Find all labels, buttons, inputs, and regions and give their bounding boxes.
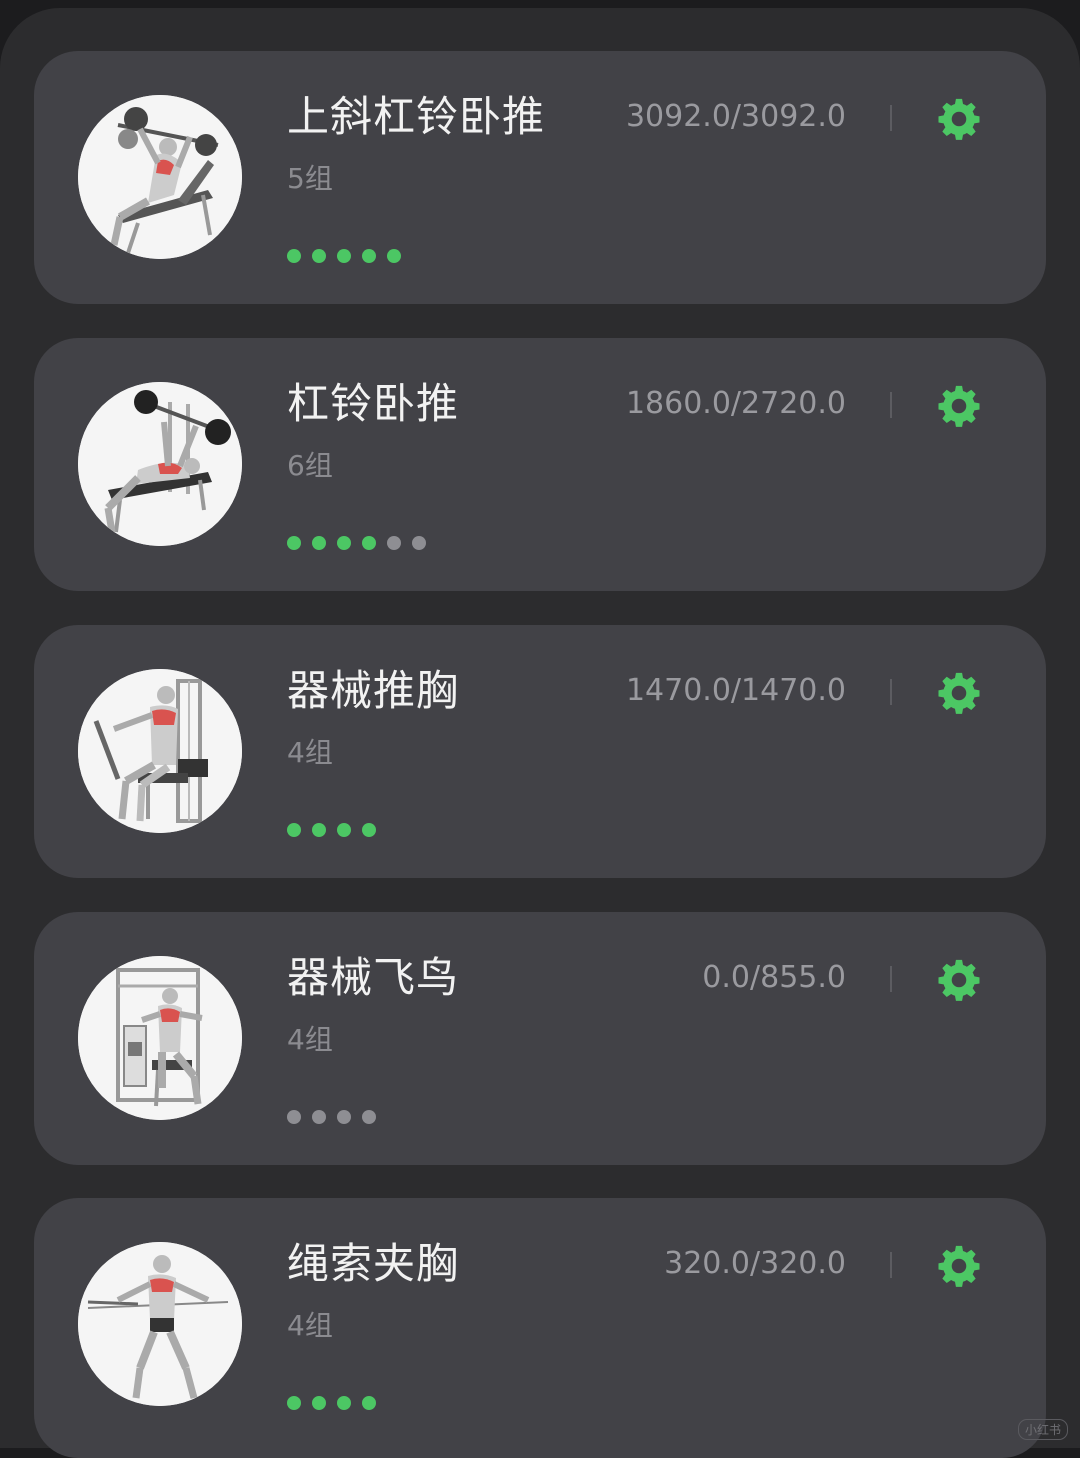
exercise-title: 器械飞鸟 bbox=[287, 953, 460, 1002]
set-progress-dots bbox=[287, 1396, 376, 1410]
gear-icon[interactable] bbox=[936, 670, 982, 716]
set-progress-dots bbox=[287, 536, 426, 550]
exercise-title: 器械推胸 bbox=[287, 666, 460, 715]
set-dot-completed bbox=[362, 536, 376, 550]
set-dot-pending bbox=[412, 536, 426, 550]
set-dot-completed bbox=[337, 249, 351, 263]
set-dot-pending bbox=[312, 1110, 326, 1124]
exercise-card[interactable]: 杠铃卧推 6组 1860.0/2720.0 bbox=[34, 338, 1046, 591]
divider bbox=[890, 966, 892, 992]
exercise-sets: 5组 bbox=[287, 162, 333, 195]
watermark: 小红书 bbox=[1017, 1419, 1068, 1440]
set-dot-completed bbox=[312, 1396, 326, 1410]
set-dot-completed bbox=[287, 536, 301, 550]
set-dot-completed bbox=[287, 1396, 301, 1410]
exercise-card[interactable]: 绳索夹胸 4组 320.0/320.0 bbox=[34, 1198, 1046, 1458]
exercise-title: 杠铃卧推 bbox=[287, 379, 460, 428]
divider bbox=[890, 105, 892, 131]
incline-bench-press-illustration bbox=[78, 95, 242, 259]
machine-chest-press-illustration bbox=[78, 669, 242, 833]
gear-icon[interactable] bbox=[936, 96, 982, 142]
exercise-sets: 4组 bbox=[287, 1023, 333, 1056]
workout-panel: 上斜杠铃卧推 5组 3092.0/3092.0 杠铃卧推 6组 1860.0/2… bbox=[0, 8, 1080, 1458]
exercise-volume: 320.0/320.0 bbox=[664, 1246, 846, 1281]
exercise-volume: 3092.0/3092.0 bbox=[625, 99, 846, 134]
exercise-title: 绳索夹胸 bbox=[287, 1239, 460, 1288]
set-dot-completed bbox=[312, 823, 326, 837]
set-progress-dots bbox=[287, 249, 401, 263]
set-dot-completed bbox=[362, 249, 376, 263]
set-dot-completed bbox=[362, 823, 376, 837]
exercise-card[interactable]: 器械推胸 4组 1470.0/1470.0 bbox=[34, 625, 1046, 878]
gear-icon[interactable] bbox=[936, 383, 982, 429]
divider bbox=[890, 679, 892, 705]
set-dot-completed bbox=[287, 249, 301, 263]
set-dot-completed bbox=[337, 823, 351, 837]
gear-icon[interactable] bbox=[936, 1243, 982, 1289]
set-dot-pending bbox=[362, 1110, 376, 1124]
set-dot-completed bbox=[312, 536, 326, 550]
machine-fly-illustration bbox=[78, 956, 242, 1120]
set-dot-pending bbox=[387, 536, 401, 550]
set-dot-pending bbox=[337, 1110, 351, 1124]
exercise-sets: 4组 bbox=[287, 1309, 333, 1342]
divider bbox=[890, 1252, 892, 1278]
set-dot-completed bbox=[312, 249, 326, 263]
bench-press-illustration bbox=[78, 382, 242, 546]
exercise-sets: 6组 bbox=[287, 449, 333, 482]
divider bbox=[890, 392, 892, 418]
exercise-sets: 4组 bbox=[287, 736, 333, 769]
set-dot-completed bbox=[387, 249, 401, 263]
exercise-volume: 0.0/855.0 bbox=[702, 960, 846, 995]
cable-crossover-illustration bbox=[78, 1242, 242, 1406]
set-dot-completed bbox=[362, 1396, 376, 1410]
gear-icon[interactable] bbox=[936, 957, 982, 1003]
exercise-card[interactable]: 器械飞鸟 4组 0.0/855.0 bbox=[34, 912, 1046, 1165]
exercise-volume: 1470.0/1470.0 bbox=[625, 673, 846, 708]
set-progress-dots bbox=[287, 823, 376, 837]
exercise-volume: 1860.0/2720.0 bbox=[625, 386, 846, 421]
set-dot-completed bbox=[337, 1396, 351, 1410]
exercise-card[interactable]: 上斜杠铃卧推 5组 3092.0/3092.0 bbox=[34, 51, 1046, 304]
set-dot-pending bbox=[287, 1110, 301, 1124]
set-progress-dots bbox=[287, 1110, 376, 1124]
exercise-title: 上斜杠铃卧推 bbox=[287, 92, 546, 141]
set-dot-completed bbox=[337, 536, 351, 550]
set-dot-completed bbox=[287, 823, 301, 837]
